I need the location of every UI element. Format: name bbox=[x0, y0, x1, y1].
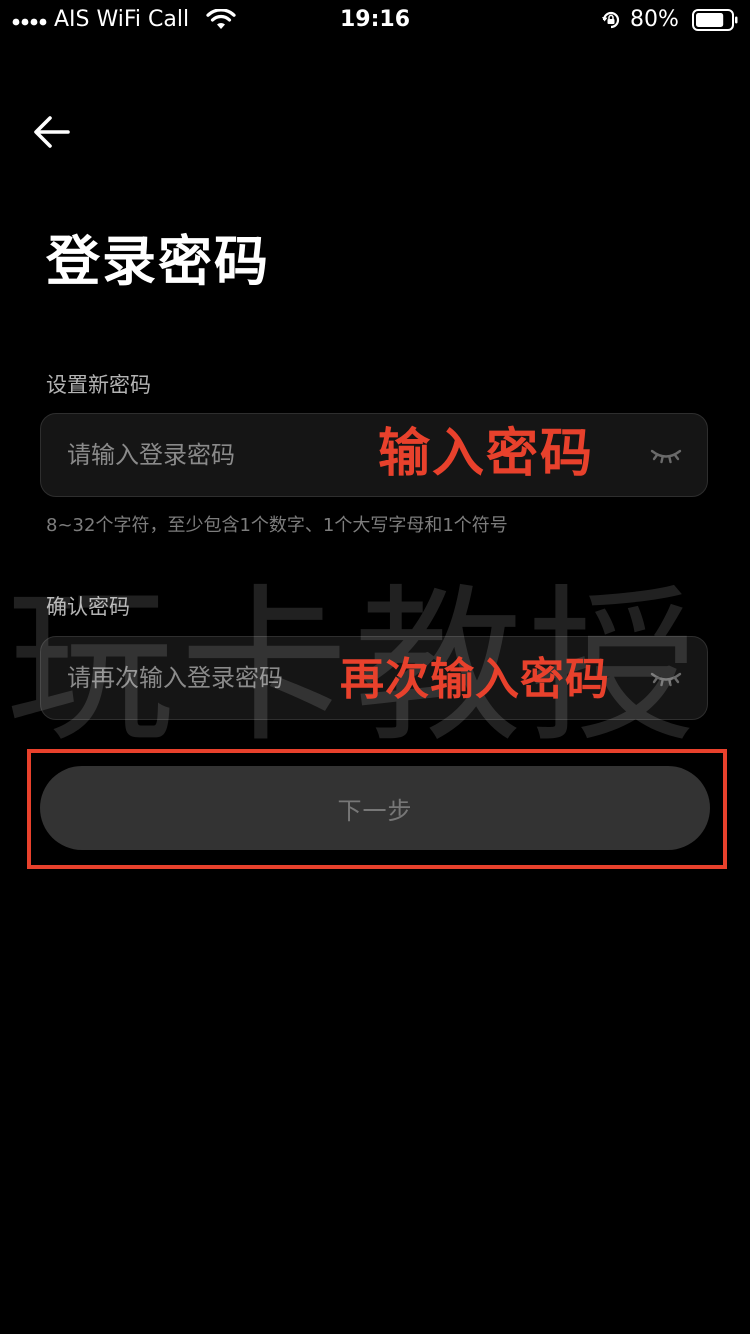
eye-closed-icon[interactable] bbox=[649, 442, 683, 466]
battery-percentage: 80% bbox=[630, 7, 679, 32]
new-password-label: 设置新密码 bbox=[46, 373, 151, 397]
new-password-field bbox=[40, 413, 708, 497]
password-requirements-hint: 8~32个字符，至少包含1个数字、1个大写字母和1个符号 bbox=[46, 515, 508, 536]
rotation-lock-icon bbox=[602, 11, 620, 29]
battery-icon bbox=[692, 9, 738, 31]
annotation-reenter-password: 再次输入密码 bbox=[340, 654, 610, 705]
page-title: 登录密码 bbox=[46, 230, 270, 293]
arrow-left-icon bbox=[34, 116, 70, 148]
annotation-highlight-box bbox=[27, 749, 727, 869]
annotation-enter-password: 输入密码 bbox=[378, 424, 595, 484]
back-button[interactable] bbox=[28, 110, 76, 154]
status-bar: AIS WiFi Call 19:16 80% bbox=[0, 0, 750, 40]
